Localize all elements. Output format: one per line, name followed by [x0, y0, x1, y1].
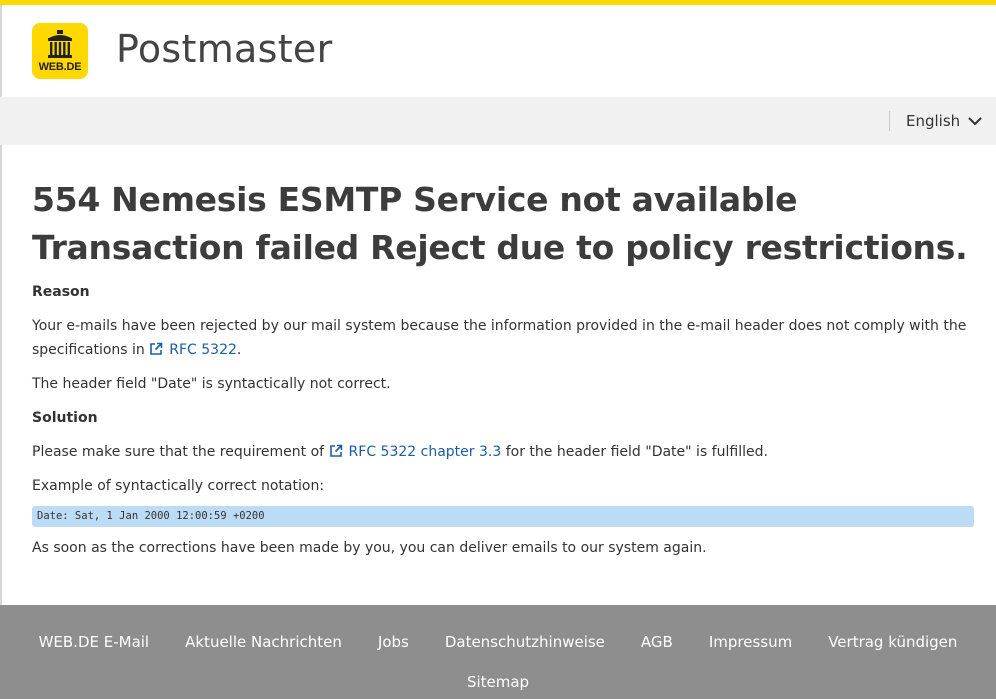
site-footer: WEB.DE E-Mail Aktuelle Nachrichten Jobs …	[0, 605, 996, 699]
solution-text-end: for the header field "Date" is fulfilled…	[505, 444, 768, 460]
footer-link-impressum[interactable]: Impressum	[709, 633, 792, 651]
footer-link-sitemap[interactable]: Sitemap	[467, 673, 529, 691]
footer-link-privacy[interactable]: Datenschutzhinweise	[445, 633, 605, 651]
footer-link-news[interactable]: Aktuelle Nachrichten	[185, 633, 342, 651]
brandenburg-gate-icon	[48, 30, 72, 58]
error-headline: 554 Nemesis ESMTP Service not available …	[32, 176, 974, 272]
footer-sitemap-row: Sitemap	[0, 673, 996, 691]
solution-text: Please make sure that the requirement of…	[32, 440, 974, 464]
footer-link-webde-email[interactable]: WEB.DE E-Mail	[39, 633, 150, 651]
rfc-5322-chapter-link-label: RFC 5322 chapter 3.3	[348, 444, 502, 460]
left-frame-border	[0, 5, 2, 605]
language-label: English	[906, 112, 961, 130]
header-field-text: The header field "Date" is syntactically…	[32, 376, 391, 392]
footer-link-cancel-contract[interactable]: Vertrag kündigen	[828, 633, 957, 651]
headline-line-1: 554 Nemesis ESMTP Service not available	[32, 180, 798, 219]
language-selector[interactable]: English	[906, 110, 982, 132]
language-divider	[889, 111, 890, 131]
reason-text: Your e-mails have been rejected by our m…	[32, 314, 974, 362]
solution-title: Solution	[32, 410, 98, 426]
rfc-5322-chapter-link[interactable]: RFC 5322 chapter 3.3	[329, 444, 502, 460]
example-label: Example of syntactically correct notatio…	[32, 478, 325, 494]
external-link-icon	[329, 444, 342, 457]
footer-link-agb[interactable]: AGB	[641, 633, 673, 651]
closing-text: As soon as the corrections have been mad…	[32, 540, 707, 556]
rfc-5322-link-label: RFC 5322	[169, 342, 237, 358]
main-content: 554 Nemesis ESMTP Service not available …	[32, 176, 974, 560]
logo-text: WEB.DE	[38, 61, 82, 73]
rfc-5322-link[interactable]: RFC 5322	[149, 342, 237, 358]
headline-line-2: Transaction failed Reject due to policy …	[32, 228, 968, 267]
external-link-icon	[150, 342, 163, 355]
language-bar: English	[0, 97, 996, 145]
chevron-down-icon	[968, 116, 982, 125]
webde-logo[interactable]: WEB.DE	[32, 23, 88, 79]
reason-text-end: .	[236, 342, 242, 358]
example-code: Date: Sat, 1 Jan 2000 12:00:59 +0200	[32, 506, 974, 527]
page-title: Postmaster	[116, 27, 333, 71]
solution-text-body: Please make sure that the requirement of	[32, 444, 325, 460]
footer-link-jobs[interactable]: Jobs	[378, 633, 409, 651]
site-header: WEB.DE Postmaster	[0, 5, 996, 97]
reason-title: Reason	[32, 284, 90, 300]
footer-links: WEB.DE E-Mail Aktuelle Nachrichten Jobs …	[0, 633, 996, 651]
